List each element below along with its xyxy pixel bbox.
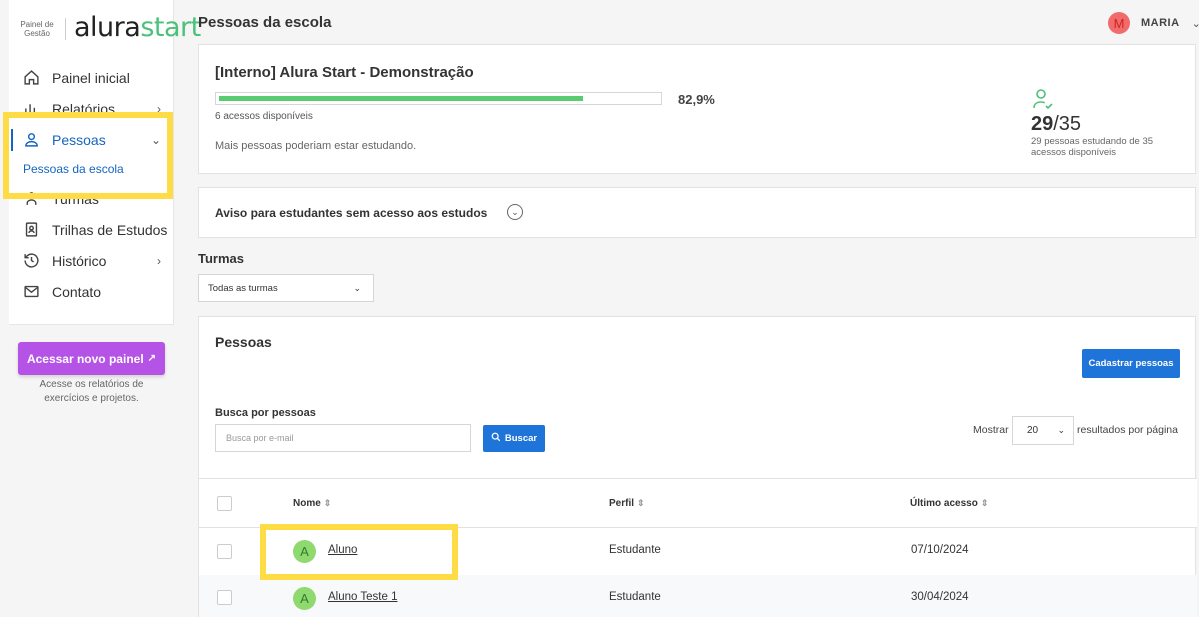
access-progress-bar xyxy=(215,92,662,105)
students-count: 29/35 xyxy=(1031,113,1082,135)
sort-icon: ⇕ xyxy=(323,498,332,508)
column-header-name[interactable]: Nome ⇕ xyxy=(293,498,331,509)
new-panel-hint: Acesse os relatórios de exercícios e pro… xyxy=(39,379,144,404)
person-profile: Estudante xyxy=(609,591,661,603)
external-link-icon: ↗ xyxy=(147,353,157,364)
home-icon xyxy=(22,69,40,87)
user-icon xyxy=(22,131,40,149)
sidebar-item-label: Painel inicial xyxy=(52,69,130,86)
sidebar-subitem-pessoas-da-escola[interactable]: Pessoas da escola xyxy=(0,155,175,183)
person-profile: Estudante xyxy=(609,544,661,556)
search-icon xyxy=(491,432,501,445)
row-checkbox[interactable] xyxy=(217,590,232,605)
sidebar-item-label: Pessoas xyxy=(52,131,106,148)
sidebar-item-trilhas-de-estudos[interactable]: Trilhas de Estudos xyxy=(0,214,175,245)
mail-icon xyxy=(22,283,40,301)
avatar: M xyxy=(1108,12,1130,34)
new-panel-button[interactable]: Acessar novo painel ↗ xyxy=(18,342,165,375)
sidebar-item-turmas[interactable]: Turmas xyxy=(0,183,175,214)
table-header: Nome ⇕ Perfil ⇕ Último acesso ⇕ xyxy=(199,478,1197,528)
school-name: [Interno] Alura Start - Demonstração xyxy=(215,64,474,81)
chevron-right-icon: › xyxy=(157,254,161,268)
sidebar-item-label: Turmas xyxy=(52,190,99,207)
notice-title: Aviso para estudantes sem acesso aos est… xyxy=(215,206,488,220)
people-title: Pessoas xyxy=(215,334,272,350)
book-icon xyxy=(22,221,40,239)
sidebar-item-label: Contato xyxy=(52,283,102,300)
sidebar-item-historico[interactable]: Histórico › xyxy=(0,245,175,276)
table-row: A Aluno Estudante 07/10/2024 xyxy=(199,528,1197,575)
search-button-label: Buscar xyxy=(504,433,538,444)
user-name: MARIA xyxy=(1141,17,1180,29)
logo[interactable]: Painel de Gestão alurastart xyxy=(17,12,201,43)
chevron-right-icon: › xyxy=(157,102,161,116)
select-all-checkbox[interactable] xyxy=(217,496,232,511)
bar-chart-icon xyxy=(22,100,40,118)
info-message: Mais pessoas poderiam estar estudando. xyxy=(215,140,417,152)
turmas-label: Turmas xyxy=(198,251,244,266)
logo-subtitle: Painel de Gestão xyxy=(20,20,54,38)
per-page-label: resultados por página xyxy=(1077,424,1178,436)
person-name-link[interactable]: Aluno Teste 1 xyxy=(328,591,397,603)
search-label: Busca por pessoas xyxy=(215,407,316,419)
turmas-selected-value: Todas as turmas xyxy=(208,282,278,294)
page-size-value: 20 xyxy=(1027,425,1039,436)
search-button[interactable]: Buscar xyxy=(483,425,545,452)
user-menu[interactable]: M MARIA ⌄ xyxy=(1108,12,1199,34)
logo-divider xyxy=(65,18,66,40)
access-progress-fill xyxy=(219,96,583,101)
sidebar-item-label: Trilhas de Estudos xyxy=(52,221,168,238)
chevron-down-icon: ⌄ xyxy=(353,283,361,293)
column-header-profile[interactable]: Perfil ⇕ xyxy=(609,498,645,509)
row-checkbox[interactable] xyxy=(217,544,232,559)
people-card: Pessoas Cadastrar pessoas Busca por pess… xyxy=(198,316,1197,617)
sidebar-nav: Painel inicial Relatórios › Pessoas ⌄ Pe… xyxy=(0,62,175,307)
progress-percent: 82,9% xyxy=(678,92,715,107)
sort-icon: ⇕ xyxy=(980,498,989,508)
chevron-down-icon[interactable]: ⌄ xyxy=(507,204,523,220)
chevron-down-icon: ⌄ xyxy=(1191,17,1199,30)
students-stat: 29/35 29 pessoas estudando de 35 acessos… xyxy=(1031,87,1181,158)
sort-icon: ⇕ xyxy=(637,498,645,508)
active-indicator xyxy=(11,129,13,151)
sidebar-item-label: Histórico xyxy=(52,252,107,269)
register-people-button[interactable]: Cadastrar pessoas xyxy=(1082,349,1180,378)
group-icon xyxy=(22,190,40,208)
history-icon xyxy=(22,252,40,270)
user-check-icon xyxy=(1031,87,1055,111)
sidebar-item-pessoas[interactable]: Pessoas ⌄ xyxy=(0,124,175,155)
person-last-access: 07/10/2024 xyxy=(911,544,969,556)
show-label: Mostrar xyxy=(973,424,1009,436)
page-size-select[interactable]: 20 ⌄ xyxy=(1012,416,1074,445)
turmas-select[interactable]: Todas as turmas ⌄ xyxy=(198,274,374,302)
search-input[interactable]: Busca por e-mail xyxy=(215,424,471,452)
sidebar-item-relatorios[interactable]: Relatórios › xyxy=(0,93,175,124)
sidebar: Painel de Gestão alurastart Painel inici… xyxy=(0,0,201,617)
page-title: Pessoas da escola xyxy=(198,14,332,31)
avatar: A xyxy=(293,540,316,563)
table-row: A Aluno Teste 1 Estudante 30/04/2024 xyxy=(199,575,1197,617)
available-accesses: 6 acessos disponíveis xyxy=(215,111,313,122)
person-last-access: 30/04/2024 xyxy=(911,591,969,603)
column-header-last-access[interactable]: Último acesso ⇕ xyxy=(910,498,988,509)
person-name-link[interactable]: Aluno xyxy=(328,544,357,556)
new-panel-button-label: Acessar novo painel xyxy=(26,351,144,366)
logo-wordmark: alurastart xyxy=(74,12,201,43)
notice-accordion[interactable]: Aviso para estudantes sem acesso aos est… xyxy=(198,187,1196,238)
chevron-down-icon: ⌄ xyxy=(150,133,161,147)
avatar: A xyxy=(293,587,316,610)
school-summary-card: [Interno] Alura Start - Demonstração 82,… xyxy=(198,44,1196,174)
sidebar-item-label: Relatórios xyxy=(52,100,116,117)
sidebar-item-painel-inicial[interactable]: Painel inicial xyxy=(0,62,175,93)
sidebar-item-contato[interactable]: Contato xyxy=(0,276,175,307)
students-caption: 29 pessoas estudando de 35 acessos dispo… xyxy=(1031,136,1154,158)
chevron-down-icon: ⌄ xyxy=(1057,425,1065,435)
